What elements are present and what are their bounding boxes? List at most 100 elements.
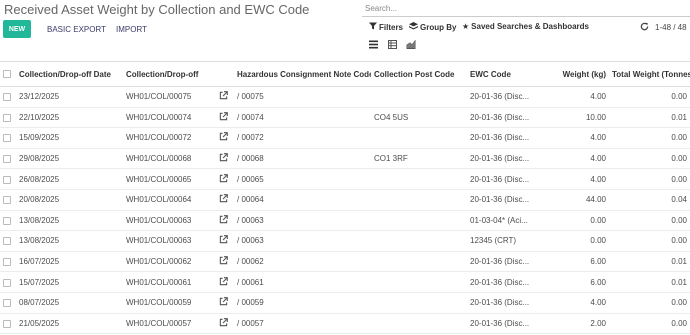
- external-link-icon[interactable]: [216, 127, 234, 149]
- new-button[interactable]: NEW: [3, 20, 31, 38]
- basic-export-button[interactable]: BASIC EXPORT: [47, 20, 106, 38]
- cell-total-tonnes: 0.00: [609, 230, 690, 252]
- cell-weight: 4.00: [543, 292, 609, 314]
- table-row[interactable]: 26/08/2025 WH01/COL/00065 / 00065 20-01-36 …: [0, 168, 690, 190]
- table-row[interactable]: 20/08/2025 WH01/COL/00064 / 00064 20-01-36 …: [0, 189, 690, 211]
- cell-date: 13/08/2025: [16, 210, 123, 232]
- select-all-checkbox[interactable]: [0, 61, 16, 87]
- row-checkbox[interactable]: [0, 230, 16, 252]
- cell-collection-ref: WH01/COL/00063: [123, 230, 216, 252]
- search-input[interactable]: [362, 1, 690, 17]
- cell-date: 22/10/2025: [16, 107, 123, 129]
- cell-collection-ref: WH01/COL/00065: [123, 168, 216, 190]
- refresh-icon[interactable]: [640, 22, 649, 34]
- cell-collection-ref: WH01/COL/00059: [123, 292, 216, 314]
- cell-post-code: [371, 210, 467, 232]
- table-row[interactable]: 08/07/2025 WH01/COL/00059 / 00059 20-01-36 …: [0, 292, 690, 314]
- list-view-icon[interactable]: [369, 40, 378, 51]
- external-link-icon[interactable]: [216, 148, 234, 170]
- cell-consignment-note: / 00072: [234, 127, 371, 149]
- column-header[interactable]: Hazardous Consignment Note Code: [234, 61, 371, 87]
- column-header[interactable]: EWC Code: [467, 61, 543, 87]
- table-row[interactable]: 13/08/2025 WH01/COL/00063 / 00063 01-03-04*…: [0, 210, 690, 232]
- cell-collection-ref: WH01/COL/00068: [123, 148, 216, 170]
- table-row[interactable]: 16/07/2025 WH01/COL/00062 / 00062 20-01-36 …: [0, 251, 690, 273]
- cell-weight: 2.00: [543, 313, 609, 335]
- column-header[interactable]: Collection/Drop-off: [123, 61, 216, 87]
- cell-post-code: [371, 251, 467, 273]
- column-header[interactable]: Total Weight (Tonnes): [609, 61, 690, 87]
- cell-date: 21/05/2025: [16, 313, 123, 335]
- cell-consignment-note: / 00068: [234, 148, 371, 170]
- external-link-icon[interactable]: [216, 86, 234, 108]
- external-link-icon[interactable]: [216, 251, 234, 273]
- cell-date: 23/12/2025: [16, 86, 123, 108]
- column-header[interactable]: Collection Post Code: [371, 61, 467, 87]
- graph-view-icon[interactable]: [406, 39, 416, 51]
- pager-value[interactable]: 1-48 / 48: [655, 23, 687, 32]
- cell-consignment-note: / 00057: [234, 313, 371, 335]
- external-link-icon[interactable]: [216, 292, 234, 314]
- cell-consignment-note: / 00063: [234, 230, 371, 252]
- row-checkbox[interactable]: [0, 107, 16, 129]
- cell-collection-ref: WH01/COL/00057: [123, 313, 216, 335]
- external-link-icon[interactable]: [216, 189, 234, 211]
- cell-post-code: CO1 3RF: [371, 148, 467, 170]
- cell-ewc-code: 20-01-36 (Disc...: [467, 189, 543, 211]
- column-header[interactable]: Weight (kg): [543, 61, 609, 87]
- saved-searches-button[interactable]: ★ Saved Searches & Dashboards: [462, 22, 589, 31]
- external-link-icon[interactable]: [216, 230, 234, 252]
- table-row[interactable]: 29/08/2025 WH01/COL/00068 / 00068 CO1 3RF 20…: [0, 148, 690, 170]
- cell-total-tonnes: 0.01: [609, 107, 690, 129]
- cell-weight: 10.00: [543, 107, 609, 129]
- cell-collection-ref: WH01/COL/00064: [123, 189, 216, 211]
- row-checkbox[interactable]: [0, 313, 16, 335]
- row-checkbox[interactable]: [0, 86, 16, 108]
- row-checkbox[interactable]: [0, 189, 16, 211]
- table-row[interactable]: 23/12/2025 WH01/COL/00075 / 00075 20-01-36 …: [0, 86, 690, 108]
- filters-button[interactable]: Filters: [369, 22, 403, 32]
- cell-ewc-code: 20-01-36 (Disc...: [467, 251, 543, 273]
- external-link-icon[interactable]: [216, 107, 234, 129]
- cell-weight: 44.00: [543, 189, 609, 211]
- cell-date: 20/08/2025: [16, 189, 123, 211]
- column-header[interactable]: Collection/Drop-off Date: [16, 61, 123, 87]
- table-row[interactable]: 15/09/2025 WH01/COL/00072 / 00072 20-01-36 …: [0, 127, 690, 149]
- cell-weight: 0.00: [543, 210, 609, 232]
- cell-ewc-code: 20-01-36 (Disc...: [467, 107, 543, 129]
- row-checkbox[interactable]: [0, 210, 16, 232]
- cell-weight: 6.00: [543, 271, 609, 293]
- table-row[interactable]: 13/08/2025 WH01/COL/00063 / 00063 12345 (CR…: [0, 230, 690, 252]
- cell-post-code: [371, 127, 467, 149]
- cell-date: 15/09/2025: [16, 127, 123, 149]
- cell-post-code: [371, 168, 467, 190]
- row-checkbox[interactable]: [0, 271, 16, 293]
- cell-ewc-code: 20-01-36 (Disc...: [467, 168, 543, 190]
- cell-total-tonnes: 0.00: [609, 168, 690, 190]
- table-row[interactable]: 22/10/2025 WH01/COL/00074 / 00074 CO4 5US 20…: [0, 107, 690, 129]
- cell-total-tonnes: 0.04: [609, 189, 690, 211]
- row-checkbox[interactable]: [0, 148, 16, 170]
- table-row[interactable]: 21/05/2025 WH01/COL/00057 / 00057 20-01-36 …: [0, 313, 690, 335]
- cell-ewc-code: 20-01-36 (Disc...: [467, 148, 543, 170]
- layers-icon: [409, 22, 418, 32]
- external-link-icon[interactable]: [216, 271, 234, 293]
- row-checkbox[interactable]: [0, 168, 16, 190]
- cell-collection-ref: WH01/COL/00061: [123, 271, 216, 293]
- group-by-label: Group By: [420, 22, 457, 32]
- external-link-icon[interactable]: [216, 168, 234, 190]
- row-checkbox[interactable]: [0, 127, 16, 149]
- cell-consignment-note: / 00065: [234, 168, 371, 190]
- cell-total-tonnes: 0.00: [609, 313, 690, 335]
- table-row[interactable]: 15/07/2025 WH01/COL/00061 / 00061 20-01-36 …: [0, 271, 690, 293]
- external-link-icon[interactable]: [216, 313, 234, 335]
- row-checkbox[interactable]: [0, 251, 16, 273]
- external-link-icon[interactable]: [216, 210, 234, 232]
- row-checkbox[interactable]: [0, 292, 16, 314]
- cell-total-tonnes: 0.01: [609, 251, 690, 273]
- group-by-button[interactable]: Group By: [409, 22, 456, 32]
- import-button[interactable]: IMPORT: [116, 20, 147, 38]
- pivot-view-icon[interactable]: [388, 40, 397, 51]
- cell-post-code: [371, 230, 467, 252]
- cell-date: 08/07/2025: [16, 292, 123, 314]
